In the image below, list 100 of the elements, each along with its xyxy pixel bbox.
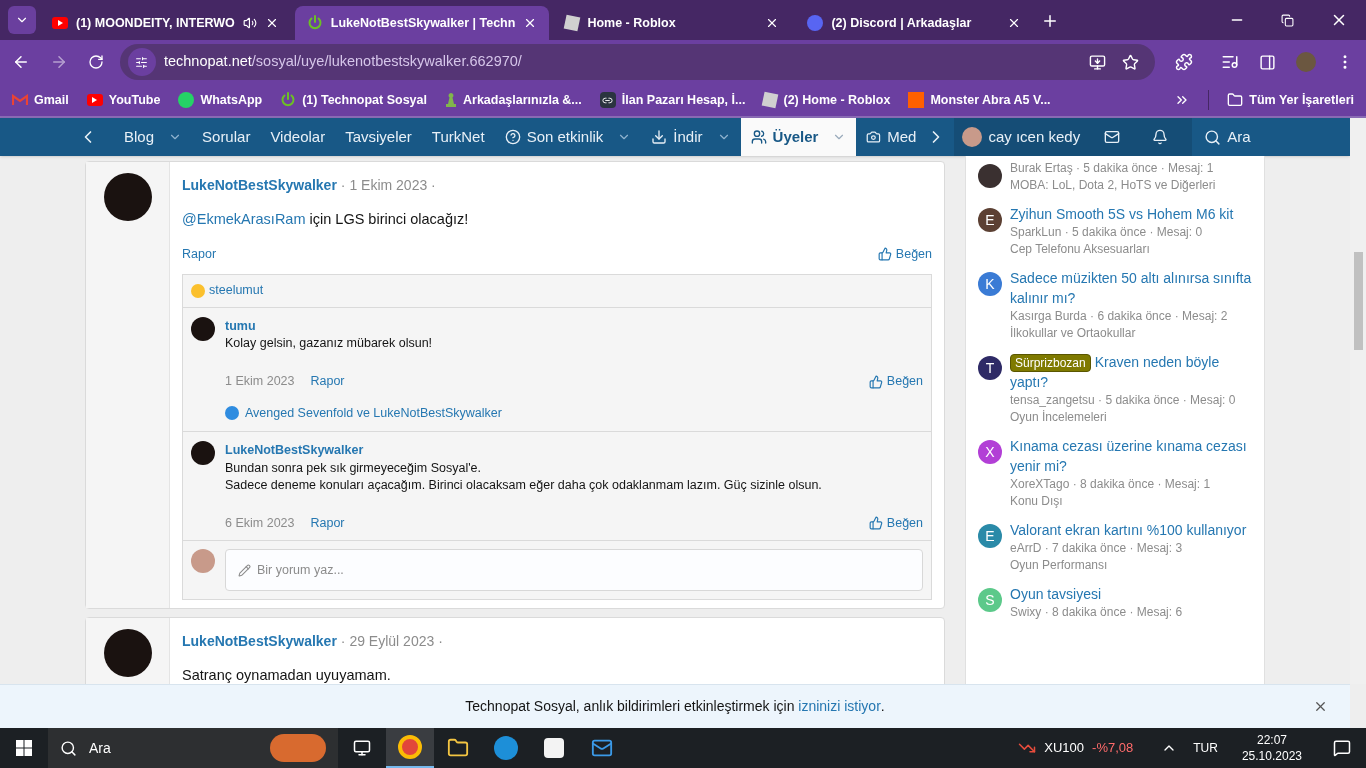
address-bar[interactable]: technopat.net/sosyal/uye/lukenotbestskywalker.662970/ — [119, 44, 1156, 80]
reaction-user-link[interactable]: steelumut — [209, 281, 264, 300]
forum-link[interactable]: İlkokullar ve Ortaokullar — [1010, 325, 1252, 342]
mail-icon[interactable] — [591, 737, 613, 759]
power-icon — [306, 15, 323, 31]
tab-title: (1) MOONDEITY, INTERWO — [76, 14, 235, 32]
thread-meta: SparkLun · 5 dakika önce · Mesaj: 0 — [1010, 224, 1204, 241]
thread-title[interactable]: Kınama cezası üzerine kınama cezası yenir mi? — [1010, 436, 1252, 476]
bookmark-item[interactable]: Gmail — [12, 90, 69, 110]
nav-tab[interactable]: Son etkinlik — [494, 118, 642, 156]
thread-title[interactable]: Zyihun Smooth 5S vs Hohem M6 kit — [1010, 204, 1234, 224]
play-icon — [86, 94, 103, 106]
comment-author[interactable]: LukeNotBestSkywalker — [225, 440, 923, 460]
bookmark-star-icon[interactable] — [1122, 53, 1140, 71]
thread-title[interactable]: Sadece müzikten 50 altı alınırsa sınıfta kalınır mı? — [1010, 268, 1252, 308]
bookmark-item[interactable]: WhatsApp — [178, 90, 263, 110]
report-link[interactable]: Rapor — [310, 372, 345, 391]
restore-icon[interactable] — [1281, 13, 1294, 27]
folder-icon[interactable] — [447, 737, 469, 759]
forum-link[interactable]: MOBA: LoL, Dota 2, HoTS ve Diğerleri — [1010, 177, 1216, 194]
bell-icon[interactable] — [1152, 129, 1169, 145]
bookmark-item[interactable]: İlan Pazarı Hesap, İ... — [599, 90, 746, 110]
like-link[interactable]: Beğen — [868, 372, 923, 391]
all-bookmarks-folder[interactable]: Tüm Yer İşaretleri — [1227, 90, 1354, 110]
forum-link[interactable]: Oyun İncelemeleri — [1010, 409, 1252, 426]
media-icon[interactable] — [1221, 53, 1240, 71]
nav-tab[interactable]: Blog — [114, 118, 193, 156]
ticker-name: XU100 — [1044, 739, 1085, 758]
user-avatar — [191, 316, 215, 341]
like-link[interactable]: Beğen — [877, 244, 932, 264]
browser-tab[interactable]: Home - Roblox — [553, 6, 792, 40]
side-panel-icon[interactable] — [1259, 53, 1277, 71]
thread-meta: Swixy · 8 dakika önce · Mesaj: 6 — [1010, 604, 1183, 621]
permission-link[interactable]: izninizi istiyor — [798, 696, 881, 717]
notifications-icon[interactable] — [1333, 739, 1351, 757]
user-menu[interactable]: cay ıcen kedy — [954, 118, 1089, 156]
post-text: @EkmekArasıRam için LGS birinci olacağız! — [182, 210, 470, 229]
report-link[interactable]: Rapor — [182, 244, 217, 264]
thread-title[interactable]: Oyun tavsiyesi — [1010, 584, 1183, 604]
mention-link[interactable]: @EkmekArasıRam — [182, 211, 306, 227]
browser-tab[interactable]: LukeNotBestSkywalker | Techn — [294, 6, 550, 40]
nav-tab[interactable]: TurkNet — [421, 118, 495, 156]
back-icon[interactable] — [12, 53, 30, 71]
bookmark-item[interactable]: Monster Abra A5 V... — [908, 90, 1051, 110]
letter-avatar: E — [978, 208, 1002, 232]
tab-list-button[interactable] — [8, 6, 36, 34]
user-avatar — [962, 127, 983, 147]
pencil-icon — [238, 563, 251, 577]
comment-author[interactable]: tumu — [225, 316, 923, 336]
nav-tab[interactable]: Sorular — [192, 118, 261, 156]
taskbar-search[interactable]: Ara — [48, 728, 338, 768]
likers-link[interactable]: Avenged Sevenfold ve LukeNotBestSkywalker — [245, 404, 502, 423]
url-host: technopat.net — [163, 52, 252, 72]
forum-link[interactable]: Konu Dışı — [1010, 493, 1252, 510]
report-link[interactable]: Rapor — [310, 513, 345, 533]
search-icon — [60, 739, 77, 757]
letter-avatar: S — [978, 588, 1002, 612]
thumbs-up-icon — [868, 374, 883, 389]
search-link[interactable]: Ara — [1192, 118, 1263, 156]
nav-tab[interactable]: Med — [856, 118, 927, 156]
square-logo-icon — [908, 92, 925, 108]
comment-text: Bundan sonra pek sık girmeyeceğim Sosyal'e. — [225, 459, 482, 477]
extensions-icon[interactable] — [1175, 53, 1194, 71]
language-indicator[interactable]: TUR — [1193, 739, 1218, 757]
reload-icon[interactable] — [87, 54, 104, 70]
download-icon — [651, 129, 668, 145]
author-link[interactable]: LukeNotBestSkywalker — [182, 631, 337, 653]
forum-link[interactable]: Oyun Performansı — [1010, 557, 1247, 574]
browser-tab[interactable]: (1) MOONDEITY, INTERWO — [40, 6, 291, 40]
task-view-icon[interactable] — [353, 739, 371, 757]
author-link[interactable]: LukeNotBestSkywalker — [182, 175, 337, 196]
nav-tab[interactable]: Tavsiyeler — [335, 118, 422, 156]
bookmark-item[interactable]: Arkadaşlarınızla &... — [445, 90, 582, 110]
question-icon — [504, 129, 521, 145]
clock-time: 22:07 — [1256, 732, 1287, 748]
clock[interactable]: 22:07 25.10.2023 — [1233, 732, 1310, 764]
letter-avatar: T — [978, 356, 1002, 380]
nav-tab[interactable]: Videolar — [260, 118, 336, 156]
site-info-icon[interactable] — [127, 48, 156, 76]
comment-input[interactable]: Bir yorum yaz... — [225, 549, 923, 592]
nav-tab[interactable]: İndir — [641, 118, 741, 156]
thread-title[interactable]: Sürprizbozan Kraven neden böyle yaptı? — [1010, 352, 1252, 392]
mail-icon[interactable] — [1104, 129, 1121, 145]
close-icon[interactable] — [1313, 699, 1328, 714]
ticker-change: -%7,08 — [1092, 739, 1134, 758]
comment-text: Sadece deneme konuları açacağım. Birinci olacaksam eğer daha çok odaklanmam lazım. Güç sizinle olsun. — [225, 476, 823, 494]
windows-logo-icon[interactable] — [16, 740, 32, 756]
thread-title[interactable]: Valorant ekran kartını %100 kullanıyor — [1010, 520, 1247, 540]
bookmark-item[interactable]: YouTube — [86, 90, 161, 110]
bookmark-item[interactable]: (1) Technopat Sosyal — [280, 90, 427, 110]
forum-link[interactable]: Cep Telefonu Aksesuarları — [1010, 241, 1234, 258]
thread-meta: Burak Ertaş · 5 dakika önce · Mesaj: 1 — [1010, 160, 1215, 177]
browser-tab[interactable]: (2) Discord | Arkadaşlar — [795, 6, 1034, 40]
bookmark-item[interactable]: (2) Home - Roblox — [763, 90, 891, 110]
pawn-icon — [445, 92, 457, 108]
nav-tab[interactable]: Üyeler — [740, 118, 857, 156]
thread-meta: eArrD · 7 dakika önce · Mesaj: 3 — [1010, 540, 1184, 557]
notification-text: Technopat Sosyal, anlık bildirimleri etkinleştirmek için — [465, 697, 796, 716]
like-link[interactable]: Beğen — [868, 513, 923, 533]
install-icon[interactable] — [1089, 53, 1107, 71]
